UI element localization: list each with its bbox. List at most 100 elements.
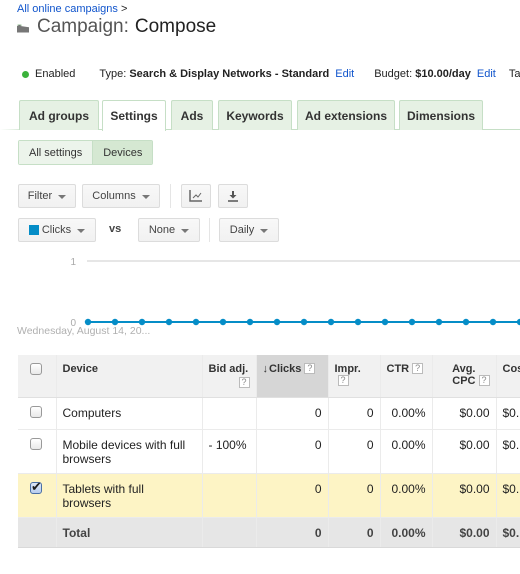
- subtab-devices[interactable]: Devices: [92, 141, 153, 164]
- data-point: [354, 318, 362, 326]
- header-avg-cpc-label: Avg. CPC: [452, 363, 476, 387]
- breadcrumb-link-all-campaigns[interactable]: All online campaigns: [17, 3, 118, 15]
- help-icon[interactable]: ?: [304, 363, 316, 374]
- help-icon[interactable]: ?: [337, 375, 349, 386]
- chevron-down-icon: [77, 228, 86, 233]
- clicks-cell: 0: [256, 397, 329, 430]
- header-select-all: [18, 355, 57, 398]
- data-point: [327, 318, 335, 326]
- chevron-down-icon: [58, 194, 67, 199]
- impr-cell: 0: [328, 429, 381, 474]
- sort-descending-icon: ↓: [262, 363, 269, 375]
- help-icon[interactable]: ?: [238, 377, 250, 388]
- data-point: [462, 318, 470, 326]
- x-axis-label: Wednesday, August 14, 20...: [17, 325, 150, 337]
- breadcrumb-separator: >: [120, 3, 128, 15]
- tab-settings[interactable]: Settings: [102, 100, 166, 131]
- ctr-cell: 0.00%: [380, 473, 433, 518]
- folder-icon: [17, 23, 29, 33]
- status-enabled-icon: [22, 70, 29, 78]
- table-header-row: Device Bid adj.? ↓Clicks? Impr.? CTR? Av…: [18, 355, 520, 398]
- table-row: Mobile devices with full browsers - 100%…: [18, 429, 520, 474]
- filter-button[interactable]: Filter: [18, 184, 76, 208]
- header-ctr[interactable]: CTR?: [380, 355, 433, 398]
- data-point: [381, 318, 389, 326]
- device-name: Mobile devices with full browsers: [56, 429, 203, 474]
- cost-cell: $0.: [496, 473, 520, 518]
- line-chart-icon: [189, 190, 202, 202]
- avg-cpc-cell: $0.00: [432, 397, 497, 430]
- row-checkbox[interactable]: [30, 479, 42, 495]
- budget-label: Budget:: [374, 68, 413, 80]
- settings-subtabs: All settings Devices: [18, 140, 154, 165]
- budget-value: $10.00/day: [415, 68, 471, 80]
- header-ctr-label: CTR: [386, 363, 410, 375]
- help-icon[interactable]: ?: [412, 363, 424, 374]
- total-avg-cpc: $0.00: [432, 517, 497, 548]
- type-label: Type:: [99, 68, 127, 80]
- ctr-cell: 0.00%: [380, 397, 433, 430]
- cost-cell: $0.: [496, 397, 520, 430]
- row-checkbox[interactable]: [30, 405, 42, 418]
- header-avg-cpc[interactable]: Avg. CPC?: [432, 355, 497, 398]
- interval-label: Daily: [229, 224, 255, 236]
- tab-dimensions[interactable]: Dimensions: [399, 100, 483, 130]
- row-checkbox[interactable]: [30, 437, 42, 450]
- metric1-label: Clicks: [41, 224, 72, 236]
- select-all-checkbox[interactable]: [30, 363, 42, 375]
- header-cost[interactable]: Cost: [496, 355, 520, 398]
- tab-ads[interactable]: Ads: [171, 100, 213, 130]
- toolbar-divider: [209, 218, 210, 242]
- tab-ad-groups[interactable]: Ad groups: [19, 100, 99, 130]
- toolbar-divider: [170, 184, 171, 208]
- header-clicks[interactable]: ↓Clicks?: [256, 355, 329, 398]
- ctr-cell: 0.00%: [380, 429, 433, 474]
- vs-label: vs: [109, 223, 122, 235]
- table-row: Computers 0 0 0.00% $0.00 $0.: [18, 397, 520, 430]
- filter-label: Filter: [27, 190, 53, 202]
- campaign-tabs: Ad groups Settings Ads Keywords Ad exten…: [0, 100, 520, 131]
- help-icon[interactable]: ?: [478, 375, 490, 386]
- impr-cell: 0: [328, 473, 381, 518]
- subtab-all-settings[interactable]: All settings: [19, 141, 93, 164]
- tab-keywords[interactable]: Keywords: [218, 100, 292, 130]
- total-cost: $0.: [496, 517, 520, 548]
- chevron-down-icon: [260, 228, 269, 233]
- budget-edit-link[interactable]: Edit: [477, 68, 496, 80]
- device-name: Tablets with full browsers: [56, 473, 203, 518]
- status-text[interactable]: Enabled: [35, 68, 75, 80]
- bid-adj-cell[interactable]: [202, 397, 257, 430]
- campaign-status-bar: Enabled Type: Search & Display Networks …: [22, 68, 520, 80]
- header-clicks-label: Clicks: [269, 363, 302, 375]
- metric-color-swatch: [28, 225, 39, 235]
- metric2-select[interactable]: None: [138, 218, 200, 242]
- tab-ad-extensions[interactable]: Ad extensions: [297, 100, 395, 130]
- columns-button[interactable]: Columns: [82, 184, 160, 208]
- title-prefix: Campaign:: [37, 16, 129, 37]
- header-bid-adj-label: Bid adj.: [208, 363, 249, 375]
- bid-adj-cell[interactable]: - 100%: [202, 429, 257, 474]
- data-point: [435, 318, 443, 326]
- header-device[interactable]: Device: [56, 355, 203, 398]
- clicks-cell: 0: [256, 473, 329, 518]
- bid-adj-cell[interactable]: [202, 473, 257, 518]
- metric1-select[interactable]: Clicks: [18, 218, 96, 242]
- metric2-label: None: [148, 224, 176, 236]
- header-impr-label: Impr.: [334, 363, 361, 375]
- header-impr[interactable]: Impr.?: [328, 355, 381, 398]
- interval-select[interactable]: Daily: [219, 218, 279, 242]
- avg-cpc-cell: $0.00: [432, 429, 497, 474]
- chevron-down-icon: [181, 228, 190, 233]
- toggle-chart-button[interactable]: [181, 184, 211, 208]
- download-button[interactable]: [218, 184, 248, 208]
- type-edit-link[interactable]: Edit: [335, 68, 354, 80]
- clicks-cell: 0: [256, 429, 329, 474]
- total-ctr: 0.00%: [380, 517, 433, 548]
- avg-cpc-cell: $0.00: [432, 473, 497, 518]
- impr-cell: 0: [328, 397, 381, 430]
- download-icon: [228, 191, 238, 202]
- targeting-label: Targe: [508, 68, 520, 80]
- devices-table: Device Bid adj.? ↓Clicks? Impr.? CTR? Av…: [18, 355, 520, 548]
- header-bid-adj[interactable]: Bid adj.?: [202, 355, 257, 398]
- data-point: [273, 318, 281, 326]
